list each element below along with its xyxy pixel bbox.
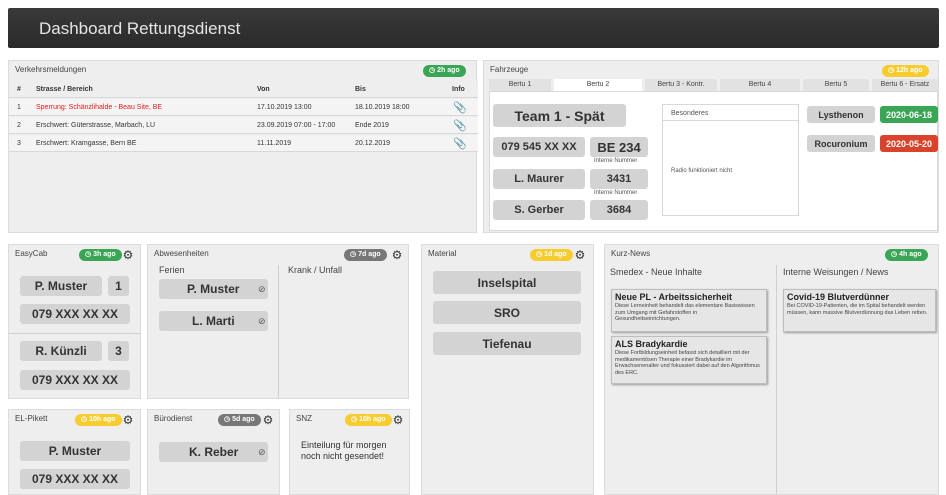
easycab-person-1[interactable]: P. Muster bbox=[20, 276, 102, 296]
absences-col-sick: Krank / Unfall bbox=[288, 265, 343, 275]
gear-icon[interactable]: ⚙ bbox=[122, 414, 134, 426]
easycab-person-2[interactable]: R. Künzli bbox=[20, 341, 102, 361]
absences-col-vacation: Ferien bbox=[159, 265, 185, 275]
material-item-inselspital[interactable]: Inselspital bbox=[433, 271, 581, 294]
traffic-title: Verkehrsmeldungen bbox=[15, 65, 87, 74]
intern-number-label: Interne Nummer bbox=[594, 158, 638, 164]
intern-number-1[interactable]: 3431 bbox=[590, 169, 648, 189]
tab-bertu-4[interactable]: Bertu 4 bbox=[720, 79, 800, 91]
news-title: Kurz-News bbox=[611, 249, 651, 258]
intern-number-2[interactable]: 3684 bbox=[590, 200, 648, 220]
medication-2-date: 2020-05-20 bbox=[880, 135, 938, 152]
absences-badge: 7d ago bbox=[344, 249, 387, 261]
absence-person-1[interactable]: P. Muster bbox=[159, 279, 268, 299]
vehicle-phone[interactable]: 079 545 XX XX bbox=[493, 137, 585, 157]
easycab-phone-1[interactable]: 079 XXX XX XX bbox=[20, 304, 130, 324]
easycab-title: EasyCab bbox=[15, 249, 48, 258]
gear-icon[interactable]: ⚙ bbox=[392, 414, 404, 426]
elpikett-phone[interactable]: 079 XXX XX XX bbox=[20, 469, 130, 489]
elpikett-title: EL-Pikett bbox=[15, 414, 48, 423]
tab-bertu-2[interactable]: Bertu 2 bbox=[554, 79, 642, 91]
special-title: Besonderes bbox=[671, 110, 709, 117]
traffic-table-header: # Strasse / Bereich Von Bis Info bbox=[9, 81, 478, 98]
material-item-sro[interactable]: SRO bbox=[433, 301, 581, 324]
news-panel: Kurz-News 4h ago Smedex - Neue Inhalte I… bbox=[604, 244, 939, 495]
special-text: Radio funktioniert nicht bbox=[671, 168, 733, 174]
table-row[interactable]: 1 Sperrung: Schänzlihalde - Beau Site, B… bbox=[9, 99, 478, 116]
material-title: Material bbox=[428, 249, 457, 258]
snz-badge: 10h ago bbox=[345, 414, 392, 426]
buero-person[interactable]: K. Reber bbox=[159, 442, 268, 462]
intern-number-label-2: Interne Nummer bbox=[594, 190, 638, 196]
material-badge: 1d ago bbox=[530, 249, 573, 261]
buero-title: Bürodienst bbox=[154, 414, 193, 423]
tab-bertu-1[interactable]: Bertu 1 bbox=[489, 79, 551, 91]
absences-title: Abwesenheiten bbox=[154, 249, 209, 258]
elpikett-person[interactable]: P. Muster bbox=[20, 441, 130, 461]
app-title: Dashboard Rettungsdienst bbox=[39, 19, 241, 38]
traffic-badge: 2h ago bbox=[423, 65, 466, 77]
paperclip-icon[interactable]: 📎 bbox=[453, 137, 467, 150]
news-col-smedex: Smedex - Neue Inhalte bbox=[610, 267, 703, 277]
snz-title: SNZ bbox=[296, 414, 312, 423]
news-item[interactable]: ALS Bradykardie Diese Fortbildungseinhei… bbox=[611, 336, 767, 384]
news-badge: 4h ago bbox=[885, 249, 928, 261]
vehicles-badge: 12h ago bbox=[882, 65, 929, 77]
tab-bertu-3[interactable]: Bertu 3 - Kontr. bbox=[645, 79, 717, 91]
snz-panel: SNZ 10h ago ⚙ Einteilung für morgen noch… bbox=[289, 409, 410, 495]
tab-bertu-5[interactable]: Bertu 5 bbox=[803, 79, 869, 91]
paperclip-icon[interactable]: 📎 bbox=[453, 101, 467, 114]
news-item[interactable]: Covid-19 Blutverdünner Bei COVID-19-Pati… bbox=[783, 289, 936, 332]
gear-icon[interactable]: ⚙ bbox=[262, 414, 274, 426]
special-box: Besonderes Radio funktioniert nicht bbox=[662, 104, 799, 216]
vehicles-title: Fahrzeuge bbox=[490, 65, 529, 74]
easycab-phone-2[interactable]: 079 XXX XX XX bbox=[20, 370, 130, 390]
gear-icon[interactable]: ⚙ bbox=[391, 249, 403, 261]
paperclip-icon[interactable]: 📎 bbox=[453, 119, 467, 132]
table-row[interactable]: 3 Erschwert: Kramgasse, Bern BE 11.11.20… bbox=[9, 135, 478, 152]
gear-icon[interactable]: ⚙ bbox=[122, 249, 134, 261]
table-row[interactable]: 2 Erschwert: Güterstrasse, Marbach, LU 2… bbox=[9, 117, 478, 134]
material-panel: Material 1d ago ⚙ Inselspital SRO Tiefen… bbox=[421, 244, 594, 495]
absences-panel: Abwesenheiten 7d ago ⚙ Ferien Krank / Un… bbox=[147, 244, 409, 399]
news-item[interactable]: Neue PL - Arbeitssicherheit Diese Lernei… bbox=[611, 289, 767, 332]
material-item-tiefenau[interactable]: Tiefenau bbox=[433, 332, 581, 355]
team-button[interactable]: Team 1 - Spät bbox=[493, 104, 626, 127]
buero-panel: Bürodienst 5d ago ⚙ K. Reber ⊘ bbox=[147, 409, 280, 495]
tab-bertu-6[interactable]: Bertu 6 - Ersatz bbox=[872, 79, 938, 91]
gear-icon[interactable]: ⚙ bbox=[574, 249, 586, 261]
buero-badge: 5d ago bbox=[218, 414, 261, 426]
easycab-panel: EasyCab 3h ago ⚙ P. Muster 1 079 XXX XX … bbox=[8, 244, 141, 399]
remove-icon[interactable]: ⊘ bbox=[258, 447, 266, 458]
easycab-badge: 3h ago bbox=[79, 249, 122, 261]
vehicles-panel: Fahrzeuge 12h ago Bertu 1 Bertu 2 Bertu … bbox=[483, 60, 939, 233]
traffic-panel: Verkehrsmeldungen 2h ago # Strasse / Ber… bbox=[8, 60, 478, 233]
news-col-intern: Interne Weisungen / News bbox=[783, 267, 889, 277]
remove-icon[interactable]: ⊘ bbox=[258, 284, 266, 295]
medication-1[interactable]: Lysthenon bbox=[807, 106, 875, 123]
snz-message: Einteilung für morgen noch nicht gesende… bbox=[301, 440, 387, 461]
medication-1-date: 2020-06-18 bbox=[880, 106, 938, 123]
easycab-number-2[interactable]: 3 bbox=[108, 341, 129, 361]
remove-icon[interactable]: ⊘ bbox=[258, 316, 266, 327]
elpikett-panel: EL-Pikett 10h ago ⚙ P. Muster 079 XXX XX… bbox=[8, 409, 141, 495]
person-2[interactable]: S. Gerber bbox=[493, 200, 585, 220]
app-header: Dashboard Rettungsdienst bbox=[8, 8, 939, 48]
easycab-number-1[interactable]: 1 bbox=[108, 276, 129, 296]
person-1[interactable]: L. Maurer bbox=[493, 169, 585, 189]
medication-2[interactable]: Rocuronium bbox=[807, 135, 875, 152]
absence-person-2[interactable]: L. Marti bbox=[159, 311, 268, 331]
elpikett-badge: 10h ago bbox=[75, 414, 122, 426]
vehicle-plate[interactable]: BE 234 bbox=[590, 137, 648, 157]
